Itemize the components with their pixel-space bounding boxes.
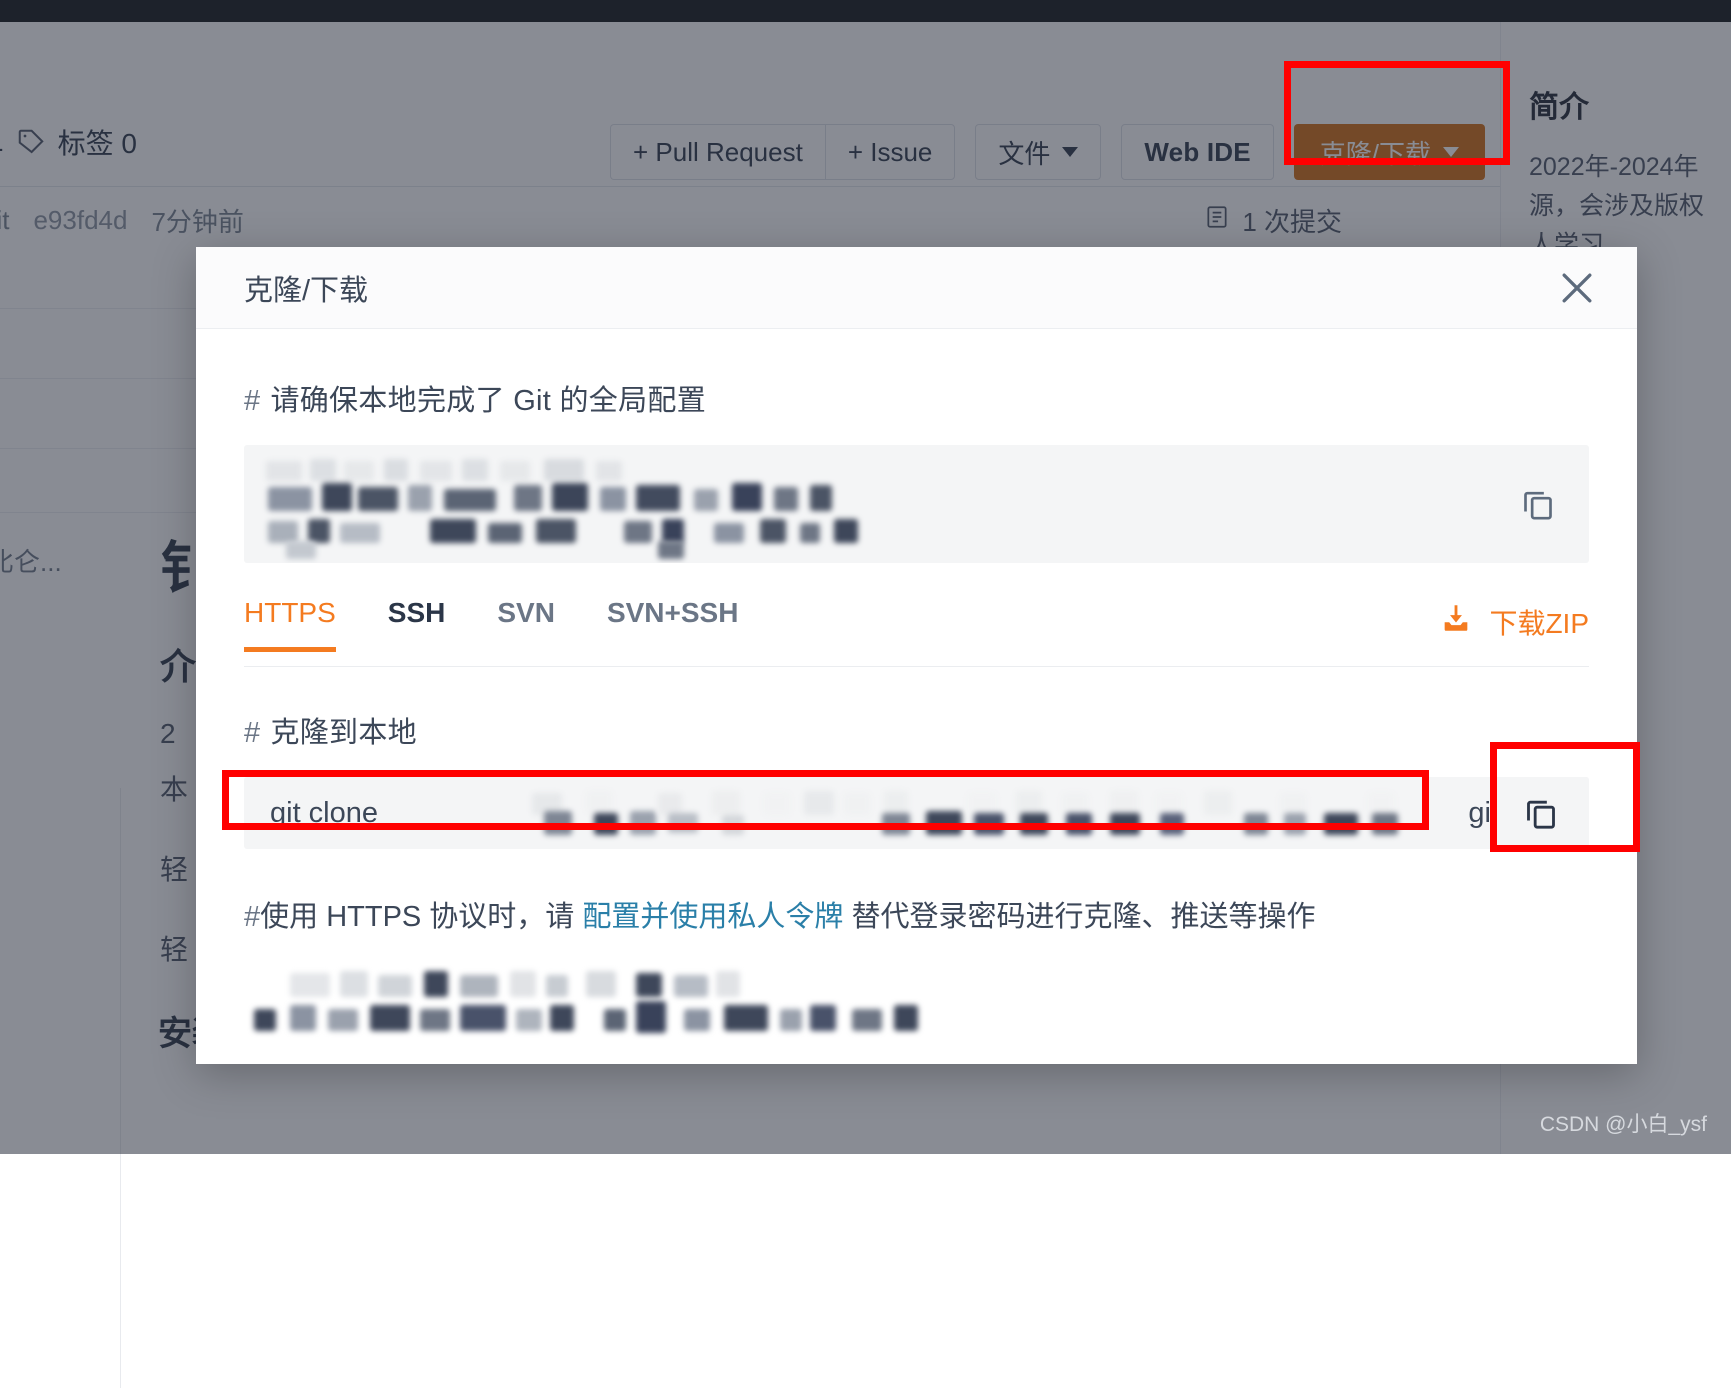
global-config-heading: # 请确保本地完成了 Git 的全局配置 [244, 377, 1589, 419]
clone-to-local-heading: # 克隆到本地 [244, 709, 1589, 751]
global-config-text: 请确保本地完成了 Git 的全局配置 [270, 385, 707, 417]
tab-svn[interactable]: SVN [497, 597, 555, 651]
clone-copy-button[interactable] [1493, 777, 1589, 849]
clone-download-dialog: 克隆/下载 # 请确保本地完成了 Git 的全局配置 HTTPS SSH SVN… [196, 247, 1637, 1064]
tab-https[interactable]: HTTPS [244, 597, 336, 652]
hash-prefix: # [244, 717, 261, 749]
https-token-note: #使用 HTTPS 协议时，请 配置并使用私人令牌 替代登录密码进行克隆、推送等… [244, 893, 1589, 935]
copy-icon[interactable] [1515, 481, 1561, 527]
extra-command-blur [244, 965, 1589, 1085]
download-zip-label: 下载ZIP [1489, 607, 1589, 639]
close-icon[interactable] [1551, 262, 1603, 314]
watermark: CSDN @小白_ysf [1539, 1113, 1707, 1136]
tab-svn-ssh[interactable]: SVN+SSH [607, 597, 739, 651]
dialog-header: 克隆/下载 [196, 247, 1637, 329]
dialog-title: 克隆/下载 [244, 274, 369, 307]
clone-command-prefix: git clone [270, 796, 379, 829]
download-icon [1439, 601, 1473, 642]
hash-prefix: # [244, 385, 261, 417]
private-token-link[interactable]: 配置并使用私人令牌 [582, 901, 843, 933]
note-after: 替代登录密码进行克隆、推送等操作 [843, 901, 1316, 933]
clone-command-input[interactable]: git clone git [244, 777, 1589, 849]
tab-ssh[interactable]: SSH [388, 597, 446, 651]
global-config-command-box[interactable] [244, 445, 1589, 563]
dialog-body: # 请确保本地完成了 Git 的全局配置 HTTPS SSH SVN SVN+S… [196, 377, 1637, 1085]
download-zip-button[interactable]: 下载ZIP [1439, 601, 1589, 642]
protocol-tabs: HTTPS SSH SVN SVN+SSH 下载ZIP [244, 597, 1589, 667]
hash-prefix: # [244, 901, 261, 933]
note-before: 使用 HTTPS 协议时，请 [260, 901, 583, 933]
clone-heading-text: 克隆到本地 [270, 717, 417, 749]
